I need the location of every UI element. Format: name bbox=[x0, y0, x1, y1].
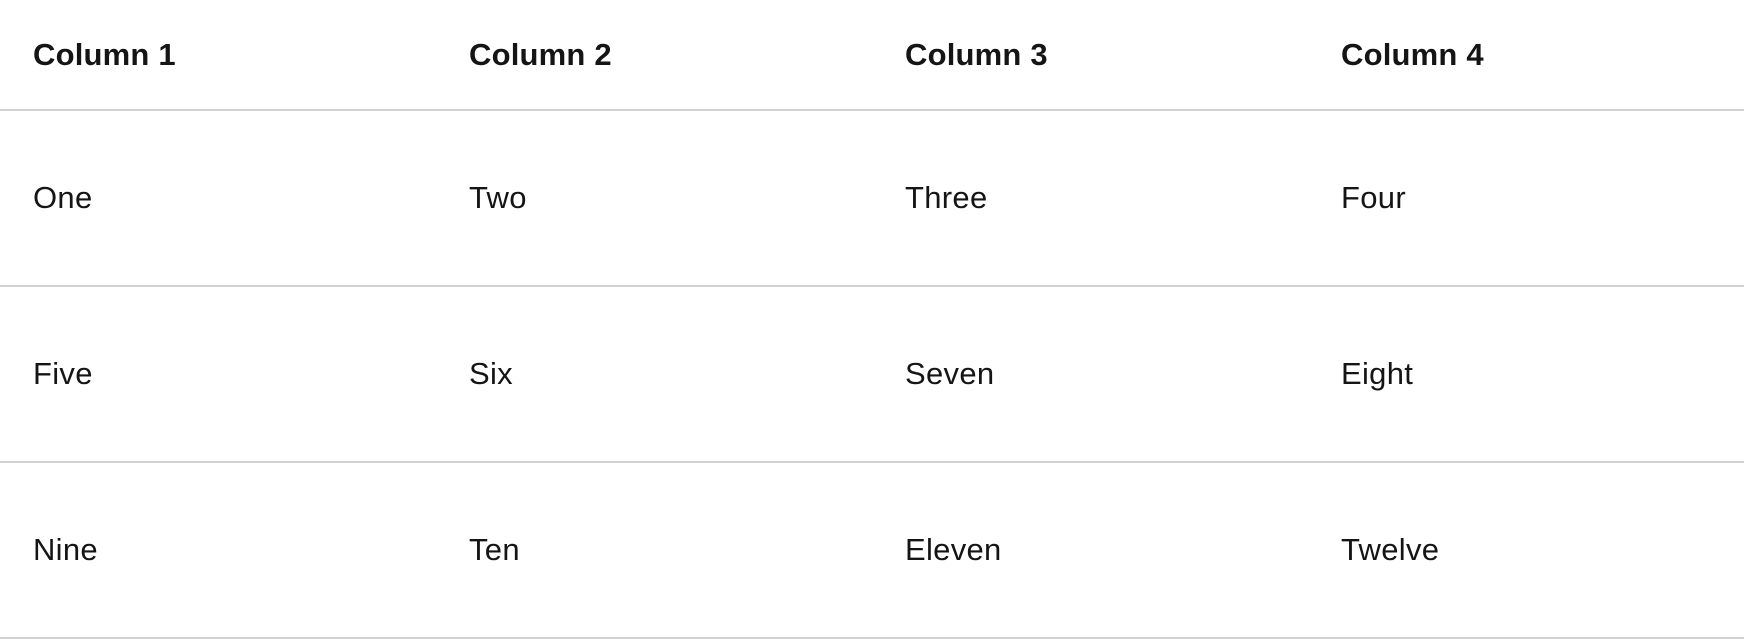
table-row: Nine Ten Eleven Twelve bbox=[0, 463, 1744, 639]
table-cell: Seven bbox=[905, 356, 995, 391]
table-cell: Eight bbox=[1341, 356, 1414, 391]
table-cell: One bbox=[33, 180, 93, 215]
column-header[interactable]: Column 2 bbox=[436, 37, 872, 73]
table-cell: Ten bbox=[469, 532, 520, 567]
data-table: Column 1 Column 2 Column 3 Column 4 One … bbox=[0, 0, 1744, 639]
table-cell: Nine bbox=[33, 532, 98, 567]
table-row: One Two Three Four bbox=[0, 111, 1744, 287]
table-cell: Three bbox=[905, 180, 988, 215]
table-cell: Four bbox=[1341, 180, 1406, 215]
table-header-row: Column 1 Column 2 Column 3 Column 4 bbox=[0, 0, 1744, 111]
table-cell: Twelve bbox=[1341, 532, 1440, 567]
table-cell: Five bbox=[33, 356, 93, 391]
column-header[interactable]: Column 1 bbox=[0, 37, 436, 73]
table-row: Five Six Seven Eight bbox=[0, 287, 1744, 463]
table-cell: Two bbox=[469, 180, 527, 215]
table-cell: Eleven bbox=[905, 532, 1002, 567]
column-header[interactable]: Column 4 bbox=[1308, 37, 1744, 73]
column-header[interactable]: Column 3 bbox=[872, 37, 1308, 73]
table-cell: Six bbox=[469, 356, 513, 391]
